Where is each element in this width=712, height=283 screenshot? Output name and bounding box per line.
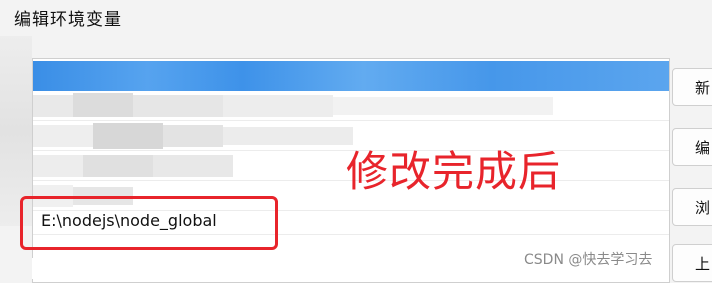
blur-mosaic — [153, 155, 233, 177]
blur-mosaic — [223, 95, 333, 117]
blur-mosaic — [133, 95, 223, 117]
blur-mosaic — [83, 155, 153, 177]
browse-button[interactable]: 浏 — [672, 188, 712, 226]
highlight-box — [20, 196, 278, 250]
blur-mosaic — [93, 123, 163, 149]
move-up-button[interactable]: 上 — [672, 244, 712, 282]
watermark: CSDN @快去学习去 — [524, 252, 653, 268]
blur-mosaic — [33, 155, 83, 177]
blur-mosaic — [33, 95, 73, 117]
list-item-selected-blurred[interactable] — [33, 61, 669, 91]
move-up-button-label: 上 — [695, 255, 711, 273]
blur-mosaic — [73, 93, 133, 117]
dialog-title: 编辑环境变量 — [14, 10, 122, 30]
annotation-label: 修改完成后 — [346, 147, 562, 196]
list-item-blurred[interactable] — [33, 91, 669, 121]
edit-button[interactable]: 编 — [672, 128, 712, 166]
blur-mosaic — [223, 127, 353, 145]
blur-mosaic — [333, 97, 553, 115]
edit-button-label: 编 — [695, 139, 711, 157]
blur-mosaic — [163, 125, 223, 147]
new-button[interactable]: 新 — [672, 68, 712, 106]
blur-mosaic — [33, 125, 93, 147]
browse-button-label: 浏 — [695, 199, 711, 217]
dialog-titlebar: 编辑环境变量 — [0, 0, 712, 36]
new-button-label: 新 — [695, 79, 711, 97]
